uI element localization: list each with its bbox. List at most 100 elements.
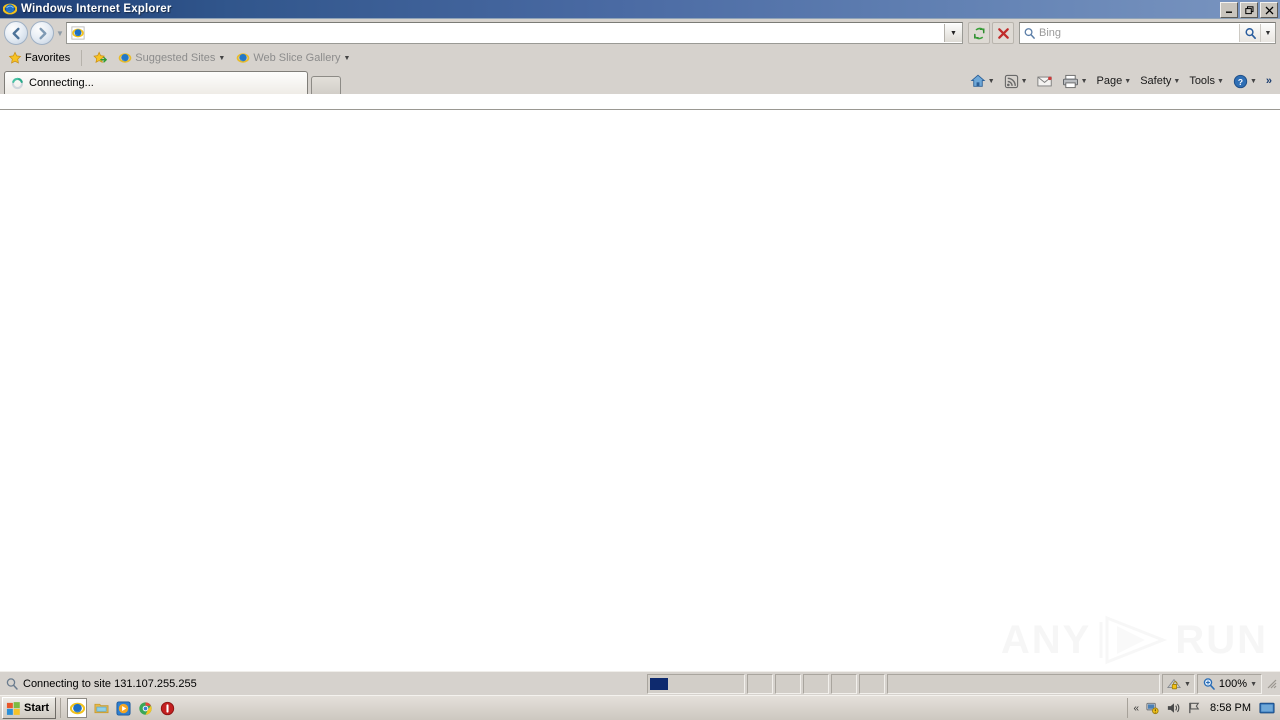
stop-button[interactable] <box>992 22 1014 44</box>
taskbar-file-explorer-button[interactable] <box>93 700 109 716</box>
print-button[interactable]: ▼ <box>1058 72 1092 91</box>
refresh-button[interactable] <box>968 22 990 44</box>
page-menu[interactable]: Page ▼ <box>1093 73 1136 89</box>
status-message: Connecting to site 131.107.255.255 <box>23 678 197 690</box>
status-bar: Connecting to site 131.107.255.255 ▼ 100… <box>0 671 1280 696</box>
suggested-sites-button[interactable]: Suggested Sites ▼ <box>114 50 229 66</box>
star-icon <box>8 51 22 64</box>
resize-grip[interactable] <box>1266 677 1278 691</box>
web-slice-gallery-label: Web Slice Gallery <box>253 52 341 64</box>
favorites-label: Favorites <box>25 52 71 64</box>
mail-icon <box>1037 76 1052 86</box>
svg-text:?: ? <box>1238 76 1243 86</box>
media-player-icon <box>116 700 131 716</box>
navigation-toolbar: ▼ ▼ Bing ▼ <box>0 19 1280 47</box>
watermark-left-text: ANY <box>1000 617 1092 662</box>
suggested-sites-label: Suggested Sites <box>135 52 216 64</box>
tools-menu-label: Tools <box>1189 75 1215 87</box>
safety-menu[interactable]: Safety ▼ <box>1136 73 1184 89</box>
browser-chrome: ▼ ▼ Bing ▼ Favorites Suggested Sites ▼ W… <box>0 19 1280 94</box>
search-dropdown-button[interactable]: ▼ <box>1260 24 1275 42</box>
feeds-button[interactable]: ▼ <box>1000 72 1032 91</box>
internet-explorer-icon <box>237 53 250 63</box>
chevron-down-icon[interactable]: ▼ <box>1081 78 1088 85</box>
chevron-down-icon[interactable]: ▼ <box>988 78 995 85</box>
favorites-separator <box>81 50 83 66</box>
chevron-down-icon: ▼ <box>1173 77 1181 85</box>
address-input[interactable] <box>89 26 944 40</box>
file-explorer-icon <box>94 703 109 714</box>
security-zone-lock-icon <box>1166 678 1182 690</box>
tab-connecting[interactable]: Connecting... <box>4 71 308 94</box>
printer-icon <box>1062 74 1078 88</box>
internet-explorer-icon <box>3 2 17 16</box>
zoom-icon <box>1203 678 1215 690</box>
search-go-button[interactable] <box>1239 24 1260 42</box>
status-pane-5 <box>859 674 885 694</box>
start-button[interactable]: Start <box>2 697 57 719</box>
favorites-bar: Favorites Suggested Sites ▼ Web Slice Ga… <box>0 47 1280 69</box>
tools-menu[interactable]: Tools ▼ <box>1185 73 1228 89</box>
search-box[interactable]: Bing ▼ <box>1019 22 1276 44</box>
chevron-down-icon[interactable]: ▼ <box>1250 681 1257 688</box>
address-bar[interactable]: ▼ <box>66 22 963 44</box>
minimize-button[interactable] <box>1220 2 1238 18</box>
chrome-icon <box>138 701 152 715</box>
title-bar: Windows Internet Explorer <box>0 0 1280 19</box>
show-desktop-icon[interactable] <box>1259 700 1275 716</box>
rss-feed-icon <box>1004 74 1018 88</box>
watermark-right-text: RUN <box>1175 617 1268 662</box>
network-icon[interactable] <box>1144 700 1160 716</box>
windows-taskbar: Start « 8:58 PM <box>0 695 1280 720</box>
chevron-down-icon: ▼ <box>343 54 351 62</box>
command-bar-overflow-button[interactable]: » <box>1262 75 1276 87</box>
loading-spinner-icon <box>11 77 24 89</box>
taskbar-internet-explorer-button[interactable] <box>67 698 88 718</box>
tray-expand-button[interactable]: « <box>1133 703 1139 714</box>
taskbar-red-shield-button[interactable] <box>159 700 175 716</box>
taskbar-chrome-button[interactable] <box>137 700 153 716</box>
close-button[interactable] <box>1260 2 1278 18</box>
chevron-down-icon[interactable]: ▼ <box>1021 78 1028 85</box>
flag-icon[interactable] <box>1186 700 1202 716</box>
mail-button[interactable] <box>1033 73 1057 90</box>
search-placeholder: Bing <box>1039 27 1062 39</box>
page-content-area: ANY RUN <box>0 109 1280 672</box>
back-button[interactable] <box>4 21 28 45</box>
search-magnifier-icon <box>6 678 18 690</box>
status-message-pane: Connecting to site 131.107.255.255 <box>2 675 645 693</box>
chevron-down-icon[interactable]: ▼ <box>1250 78 1257 85</box>
add-to-favorites-bar-button[interactable] <box>89 50 111 66</box>
address-internet-explorer-icon <box>70 25 86 41</box>
status-pane-4 <box>831 674 857 694</box>
tab-label: Connecting... <box>29 77 94 89</box>
home-button[interactable]: ▼ <box>966 71 999 91</box>
web-slice-gallery-button[interactable]: Web Slice Gallery ▼ <box>232 50 354 66</box>
chevron-down-icon[interactable]: ▼ <box>1184 681 1191 688</box>
ie-browser-window: Windows Internet Explorer ▼ ▼ Bing ▼ Fav… <box>0 0 1280 720</box>
window-title: Windows Internet Explorer <box>21 3 172 15</box>
security-zone-button[interactable]: ▼ <box>1161 674 1195 694</box>
help-button[interactable]: ? ▼ <box>1229 72 1261 91</box>
status-pane-1 <box>747 674 773 694</box>
taskbar-clock[interactable]: 8:58 PM <box>1207 702 1254 714</box>
play-triangle-icon <box>1099 615 1168 665</box>
taskbar-media-player-button[interactable] <box>115 700 131 716</box>
forward-button[interactable] <box>30 21 54 45</box>
chevron-down-icon: ▼ <box>1124 77 1132 85</box>
quick-launch-bar <box>60 698 181 718</box>
start-label: Start <box>24 702 50 714</box>
system-tray: « 8:58 PM <box>1127 698 1280 718</box>
status-pane-2 <box>775 674 801 694</box>
recent-pages-caret-icon[interactable]: ▼ <box>54 29 66 38</box>
command-bar: ▼ ▼ ▼ Page ▼ Safety ▼ Tools ▼ ? ▼ » <box>966 71 1276 91</box>
internet-explorer-icon <box>118 53 132 63</box>
restore-button[interactable] <box>1240 2 1258 18</box>
page-menu-label: Page <box>1096 75 1123 87</box>
address-dropdown-button[interactable]: ▼ <box>944 24 962 42</box>
favorites-button[interactable]: Favorites <box>4 50 74 66</box>
zoom-control[interactable]: 100% ▼ <box>1196 674 1262 694</box>
new-tab-button[interactable] <box>311 76 341 94</box>
volume-icon[interactable] <box>1165 700 1181 716</box>
chevron-down-icon: ▼ <box>1217 77 1224 85</box>
